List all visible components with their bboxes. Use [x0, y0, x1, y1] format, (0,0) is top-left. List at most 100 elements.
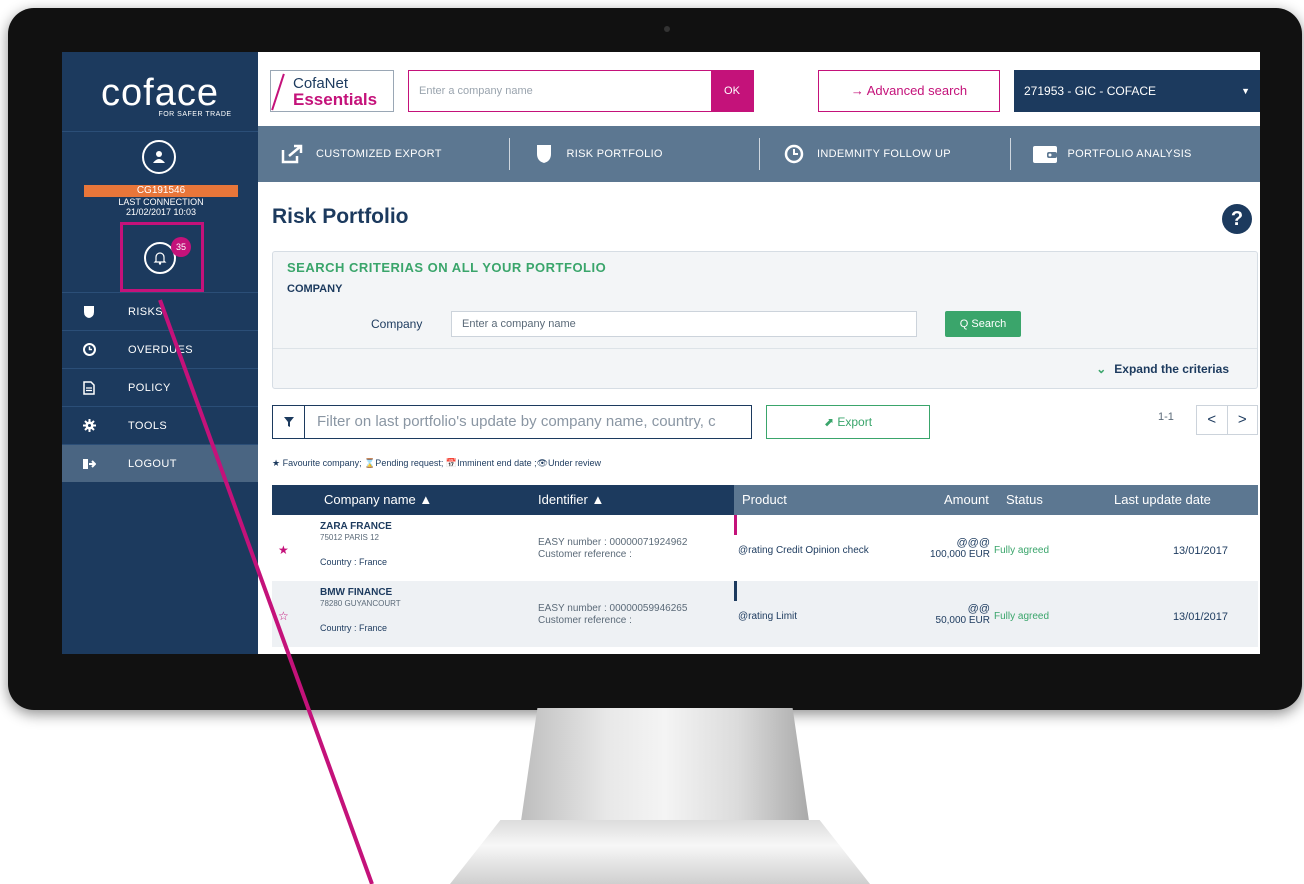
pager-prev-button[interactable]: < [1197, 406, 1227, 434]
customer-reference: Customer reference : [538, 549, 632, 560]
col-status: Status [1006, 492, 1043, 507]
top-bar: CofaNet Essentials Enter a company name … [258, 52, 1260, 126]
shield-icon [82, 305, 96, 319]
company-name[interactable]: ZARA FRANCE [320, 521, 392, 532]
table-header-right: Product Amount Status Last update date [734, 485, 1258, 515]
sidebar-item-overdues[interactable]: OVERDUES [62, 330, 258, 368]
pager-next-button[interactable]: > [1226, 406, 1258, 434]
company-search-input[interactable]: Enter a company name [451, 311, 917, 337]
sidebar-item-label: POLICY [128, 381, 171, 394]
filter-icon[interactable] [273, 406, 305, 438]
amount-value: 50,000 EUR [935, 615, 990, 626]
brand-line2: Essentials [293, 90, 378, 109]
company-label: Company [371, 317, 423, 331]
nav-risk-portfolio[interactable]: RISK PORTFOLIO [508, 126, 760, 182]
monitor-stand-base [450, 820, 870, 884]
caret-down-icon: ▼ [1241, 86, 1250, 96]
logo[interactable]: coface FOR SAFER TRADE [62, 52, 258, 132]
screen: coface FOR SAFER TRADE CG191546 LAST CON… [62, 52, 1260, 654]
favourite-star-icon[interactable]: ☆ [278, 609, 289, 623]
sidebar-item-label: TOOLS [128, 419, 168, 432]
product-name: @rating Credit Opinion check [738, 545, 869, 556]
export-button[interactable]: ⬈ Export [766, 405, 930, 439]
company-country: Country : France [320, 557, 388, 567]
last-update-date: 13/01/2017 [1172, 545, 1228, 557]
sidebar-menu: RISKS OVERDUES POLICY TOOLS LOGOUT [62, 292, 258, 482]
shield-icon [531, 143, 557, 165]
company-address: 78280 GUYANCOURT [320, 599, 401, 608]
company-country: Country : France [320, 623, 388, 633]
logo-wordmark: coface [101, 72, 219, 114]
wallet-icon [1032, 143, 1058, 165]
help-button[interactable]: ? [1222, 204, 1252, 234]
pager: < > [1196, 405, 1258, 435]
company-name[interactable]: BMW FINANCE [320, 587, 392, 598]
easy-number: EASY number : 00000059946265 [538, 603, 688, 614]
criteria-title: SEARCH CRITERIAS ON ALL YOUR PORTFOLIO [287, 260, 607, 275]
bell-icon [153, 252, 167, 265]
sidebar-item-risks[interactable]: RISKS [62, 292, 258, 330]
notification-count-badge: 35 [171, 237, 191, 257]
nav-portfolio-analysis[interactable]: PORTFOLIO ANALYSIS [1009, 126, 1261, 182]
amount-value: 100,000 EUR [929, 549, 990, 560]
account-selector[interactable]: 271953 - GIC - COFACE ▼ [1014, 70, 1260, 112]
sidebar-item-label: OVERDUES [128, 343, 193, 356]
user-avatar[interactable] [142, 140, 176, 174]
top-search-ok-button[interactable]: OK [711, 71, 753, 111]
col-identifier[interactable]: Identifier ▲ [538, 492, 604, 507]
col-amount: Amount [944, 492, 989, 507]
search-button[interactable]: Q Search [945, 311, 1021, 337]
nav-customized-export[interactable]: CUSTOMIZED EXPORT [258, 126, 509, 182]
module-nav: CUSTOMIZED EXPORT RISK PORTFOLIO INDEMNI… [258, 126, 1260, 182]
col-company-name[interactable]: Company name ▲ [324, 492, 432, 507]
criteria-section: COMPANY [287, 283, 343, 295]
last-update-date: 13/01/2017 [1172, 611, 1228, 623]
table-row[interactable]: ☆ BMW FINANCE 78280 GUYANCOURT Country :… [272, 581, 1258, 647]
brand-slash [271, 73, 285, 111]
sidebar-item-tools[interactable]: TOOLS [62, 406, 258, 444]
table-header: Company name ▲ Identifier ▲ Product Amou… [272, 485, 1258, 515]
product-color-bar [734, 581, 737, 601]
webcam [664, 26, 670, 32]
gear-icon [82, 419, 96, 433]
product-color-bar [734, 515, 737, 535]
clock-icon [781, 143, 807, 165]
table-header-left: Company name ▲ Identifier ▲ [272, 485, 734, 515]
icon-legend: ★ Favourite company; ⌛Pending request; 📅… [272, 458, 602, 468]
nav-label: RISK PORTFOLIO [566, 148, 663, 160]
advanced-search-button[interactable]: → Advanced search [818, 70, 1000, 112]
expand-criteria-link[interactable]: ⌄ Expand the criterias [1096, 362, 1229, 376]
favourite-star-icon[interactable]: ★ [278, 543, 289, 557]
sidebar-item-label: LOGOUT [128, 457, 177, 470]
nav-label: CUSTOMIZED EXPORT [316, 148, 442, 160]
top-search-input[interactable]: Enter a company name [409, 71, 711, 111]
last-connection-label: LAST CONNECTION [118, 197, 204, 207]
sidebar-item-policy[interactable]: POLICY [62, 368, 258, 406]
portfolio-filter: Filter on last portfolio's update by com… [272, 405, 752, 439]
clock-icon [82, 343, 96, 357]
user-id-badge: CG191546 [84, 185, 238, 197]
status-value: Fully agreed [994, 545, 1050, 556]
product-name: @rating Limit [738, 611, 798, 622]
nav-label: INDEMNITY FOLLOW UP [817, 148, 951, 160]
export-icon: ⬈ [823, 415, 838, 429]
rating-value: @@@ [956, 537, 991, 549]
pager-count: 1-1 [1158, 411, 1174, 423]
nav-label: PORTFOLIO ANALYSIS [1067, 148, 1192, 160]
customer-reference: Customer reference : [538, 615, 632, 626]
filter-input[interactable]: Filter on last portfolio's update by com… [305, 406, 751, 438]
logout-icon [82, 457, 96, 471]
sidebar-item-logout[interactable]: LOGOUT [62, 444, 258, 482]
search-criteria-panel: SEARCH CRITERIAS ON ALL YOUR PORTFOLIO C… [272, 251, 1258, 389]
col-product: Product [742, 492, 787, 507]
last-connection: LAST CONNECTION 21/02/2017 10:03 [84, 197, 238, 217]
export-icon [280, 143, 306, 165]
top-search: Enter a company name OK [408, 70, 754, 112]
table-row[interactable]: ★ ZARA FRANCE 75012 PARIS 12 Country : F… [272, 515, 1258, 581]
cofanet-brand[interactable]: CofaNet Essentials [270, 70, 394, 112]
export-label: Export [837, 415, 873, 429]
easy-number: EASY number : 00000071924962 [538, 537, 688, 548]
nav-indemnity-follow-up[interactable]: INDEMNITY FOLLOW UP [759, 126, 1010, 182]
col-last-update: Last update date [1114, 492, 1211, 507]
company-address: 75012 PARIS 12 [320, 533, 380, 542]
